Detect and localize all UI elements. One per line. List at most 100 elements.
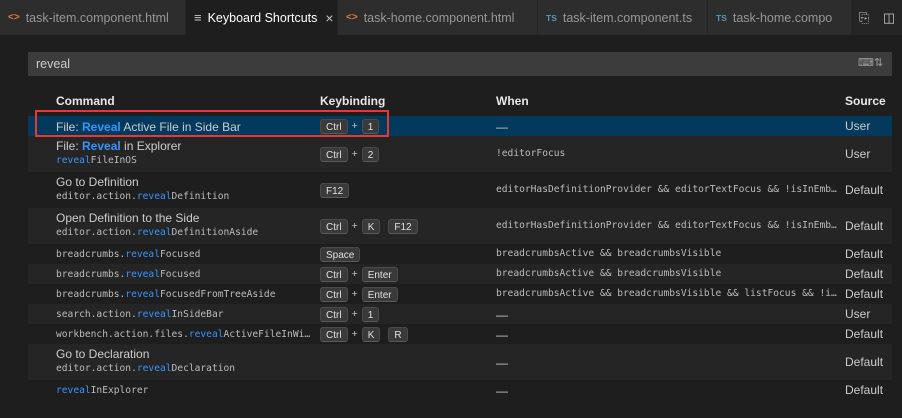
ts-file-icon: TS	[546, 12, 557, 23]
key-cap: K	[361, 326, 381, 342]
command-text: Open Definition to the Side	[56, 211, 200, 225]
command-cell: breadcrumbs.revealFocusedFromTreeAside	[56, 288, 306, 300]
command-text: Focused	[159, 249, 201, 260]
key-cap: Space	[320, 246, 361, 262]
close-icon[interactable]: ×	[325, 10, 333, 26]
tab-file[interactable]: <> task-home.component.html	[338, 0, 538, 35]
when-cell: —	[496, 356, 508, 370]
table-row[interactable]: File: Reveal in Explorer revealFileInOS Ct…	[28, 136, 892, 172]
key-cap: Ctrl	[320, 146, 348, 162]
command-id-text: DefinitionAside	[171, 227, 259, 238]
command-text: File:	[56, 139, 83, 153]
command-cell: breadcrumbs.revealFocused	[56, 268, 306, 280]
keybinding-cell: Ctrl +2	[320, 146, 380, 162]
keybinding-cell: Ctrl + K R	[320, 326, 408, 342]
when-cell: —	[496, 328, 508, 342]
tab-file[interactable]: TS task-home.compo	[708, 0, 852, 35]
tab-file[interactable]: TS task-item.component.ts	[538, 0, 708, 35]
table-row[interactable]: revealInExplorer — Default	[28, 380, 892, 400]
tab-file[interactable]: <> task-item.component.html	[0, 0, 186, 35]
html-file-icon: <>	[8, 12, 20, 23]
key-cap: Enter	[361, 266, 398, 282]
source-cell: Default	[845, 247, 884, 261]
key-cap: F12	[388, 218, 418, 234]
match-highlight: reveal	[136, 363, 172, 374]
column-when[interactable]: When	[496, 94, 529, 108]
table-row[interactable]: workbench.action.files.revealActiveFileI…	[28, 324, 892, 344]
command-id-text: Declaration	[171, 363, 236, 374]
when-cell: —	[496, 384, 508, 398]
command-cell: Go to Declaration editor.action.revealDec…	[56, 347, 306, 374]
table-row[interactable]: Go to Declaration editor.action.revealDec…	[28, 344, 892, 380]
table-row[interactable]: search.action.revealInSideBar Ctrl +1 — User	[28, 304, 892, 324]
column-source[interactable]: Source	[845, 94, 886, 108]
source-cell: Default	[845, 219, 884, 233]
command-text: ActiveFileInWi…	[223, 329, 311, 340]
command-cell: workbench.action.files.revealActiveFileI…	[56, 328, 310, 340]
key-cap: K	[361, 218, 381, 234]
command-label: Open Definition to the Side	[56, 211, 306, 225]
key-plus: +	[351, 148, 358, 160]
source-cell: User	[845, 119, 871, 133]
source-cell: Default	[845, 383, 884, 397]
command-id-text: editor.action.	[56, 363, 137, 374]
sort-by-precedence-icon[interactable]: ⇅	[874, 56, 883, 69]
match-highlight: reveal	[136, 309, 172, 320]
command-label: search.action.revealInSideBar	[56, 308, 306, 320]
open-changes-icon[interactable]: ⎘	[859, 10, 869, 26]
when-cell: !editorFocus	[496, 148, 566, 159]
key-cap: Ctrl	[320, 218, 348, 234]
keybinding-cell: Ctrl +1	[320, 306, 380, 322]
when-cell: —	[496, 120, 508, 134]
command-id-text: Definition	[171, 191, 230, 202]
source-cell: Default	[845, 267, 884, 281]
record-keys-icon[interactable]: ⌨	[858, 56, 874, 69]
when-cell: breadcrumbsActive && breadcrumbsVisible …	[496, 288, 837, 299]
command-text: Go to Declaration	[56, 347, 150, 361]
when-cell: editorHasDefinitionProvider && editorTex…	[496, 220, 837, 231]
command-id: revealFileInOS	[56, 155, 306, 166]
table-header: Command Keybinding When Source	[28, 90, 892, 112]
command-cell: breadcrumbs.revealFocused	[56, 248, 306, 260]
when-cell: editorHasDefinitionProvider && editorTex…	[496, 184, 837, 195]
key-cap: 1	[361, 306, 380, 322]
command-text: Go to Definition	[56, 175, 139, 189]
key-cap: 2	[361, 146, 380, 162]
command-label: breadcrumbs.revealFocusedFromTreeAside	[56, 288, 306, 300]
key-cap: Ctrl	[320, 266, 348, 282]
source-cell: Default	[845, 287, 884, 301]
highlight-annotation	[35, 110, 389, 137]
tab-keyboard-shortcuts[interactable]: ≡ Keyboard Shortcuts ×	[186, 0, 338, 35]
search-input[interactable]	[28, 52, 828, 76]
command-cell: revealInExplorer	[56, 384, 306, 396]
table-row[interactable]: breadcrumbs.revealFocused Space breadcrumb…	[28, 244, 892, 264]
command-label: Go to Declaration	[56, 347, 306, 361]
command-text: InSideBar	[171, 309, 224, 320]
match-highlight: reveal	[188, 329, 224, 340]
key-plus: +	[351, 268, 358, 280]
tab-label: Keyboard Shortcuts	[207, 10, 318, 25]
match-highlight: reveal	[136, 191, 172, 202]
match-highlight: reveal	[56, 385, 91, 396]
table-row[interactable]: Open Definition to the Side editor.action…	[28, 208, 892, 244]
keybinding-cell: Space	[320, 246, 361, 262]
source-cell: Default	[845, 355, 884, 369]
key-cap: Ctrl	[320, 326, 348, 342]
table-row[interactable]: Go to Definition editor.action.revealDefi…	[28, 172, 892, 208]
tab-label: task-item.component.ts	[562, 10, 693, 25]
command-text: FocusedFromTreeAside	[159, 289, 276, 300]
command-cell: search.action.revealInSideBar	[56, 308, 306, 320]
when-cell: breadcrumbsActive && breadcrumbsVisible	[496, 248, 722, 259]
table-row[interactable]: breadcrumbs.revealFocused Ctrl + Enter bread…	[28, 264, 892, 284]
column-command[interactable]: Command	[56, 94, 115, 108]
command-text: Focused	[159, 269, 201, 280]
keybinding-cell: Ctrl + Enter	[320, 286, 398, 302]
command-id: editor.action.revealDeclaration	[56, 363, 306, 374]
keybinding-cell: F12	[320, 182, 350, 198]
table-row[interactable]: breadcrumbs.revealFocusedFromTreeAside Ct…	[28, 284, 892, 304]
keybinding-cell: Ctrl + Enter	[320, 266, 398, 282]
column-keybinding[interactable]: Keybinding	[320, 94, 385, 108]
command-label: revealInExplorer	[56, 384, 306, 396]
source-cell: User	[845, 147, 871, 161]
split-editor-icon[interactable]: ◫	[883, 10, 895, 26]
